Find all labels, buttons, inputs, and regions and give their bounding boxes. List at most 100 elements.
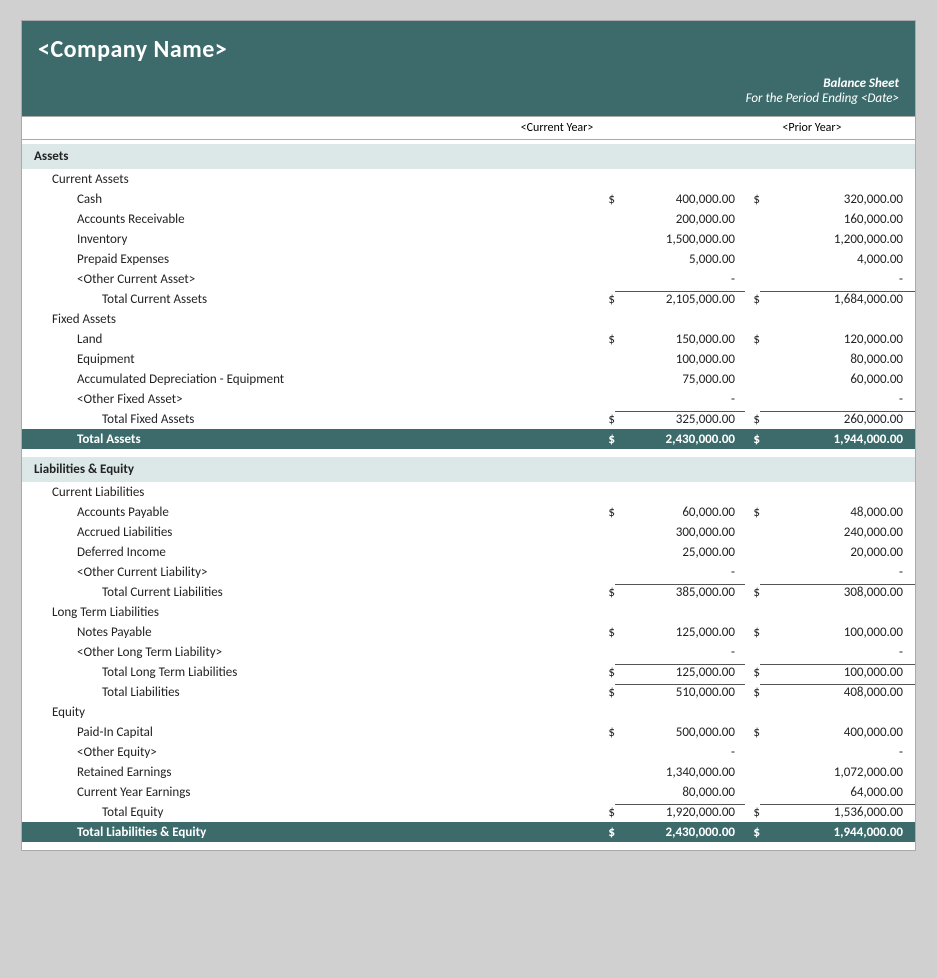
total-assets-row: Total Assets $ 2,430,000.00 $ 1,944,000.… bbox=[22, 429, 915, 449]
table-row: Current Year Earnings 80,000.00 64,000.0… bbox=[22, 782, 915, 802]
current-liabilities-header: Current Liabilities bbox=[22, 482, 915, 502]
amount-py: 80,000.00 bbox=[760, 352, 915, 367]
total-equity-row: Total Equity $ 1,920,000.00 $ 1,536,000.… bbox=[22, 802, 915, 822]
item-label: <Other Current Asset> bbox=[22, 272, 600, 287]
dollar-sign-py: $ bbox=[745, 685, 760, 700]
dollar-sign-cy: $ bbox=[600, 292, 615, 307]
dollar-sign-cy: $ bbox=[600, 805, 615, 820]
item-label: Retained Earnings bbox=[22, 765, 600, 780]
dollar-sign-cy: $ bbox=[600, 432, 615, 447]
item-label: Land bbox=[22, 332, 600, 347]
item-label: <Other Long Term Liability> bbox=[22, 645, 600, 660]
dollar-sign-cy: $ bbox=[600, 825, 615, 840]
header-right: Balance Sheet For the Period Ending <Dat… bbox=[22, 70, 915, 116]
dollar-sign-py: $ bbox=[745, 505, 760, 520]
item-label: <Other Fixed Asset> bbox=[22, 392, 600, 407]
amount-py: 1,944,000.00 bbox=[760, 825, 915, 840]
col-header-cy: <Current Year> bbox=[412, 121, 702, 135]
table-body: Assets Current Assets Cash $ 400,000.00 … bbox=[22, 140, 915, 850]
amount-cy: - bbox=[615, 272, 745, 287]
table-row: Accounts Receivable 200,000.00 160,000.0… bbox=[22, 209, 915, 229]
current-assets-header: Current Assets bbox=[22, 169, 915, 189]
current-liabilities-label: Current Liabilities bbox=[22, 485, 915, 500]
dollar-sign-cy: $ bbox=[600, 685, 615, 700]
table-row: <Other Equity> - - bbox=[22, 742, 915, 762]
item-label: <Other Equity> bbox=[22, 745, 600, 760]
amount-py: 308,000.00 bbox=[760, 584, 915, 600]
table-row: Retained Earnings 1,340,000.00 1,072,000… bbox=[22, 762, 915, 782]
table-row: Land $ 150,000.00 $ 120,000.00 bbox=[22, 329, 915, 349]
item-label: <Other Current Liability> bbox=[22, 565, 600, 580]
item-label: Cash bbox=[22, 192, 600, 207]
item-label: Inventory bbox=[22, 232, 600, 247]
amount-py: 4,000.00 bbox=[760, 252, 915, 267]
spacer bbox=[22, 449, 915, 457]
amount-cy: 125,000.00 bbox=[615, 625, 745, 640]
amount-py: 240,000.00 bbox=[760, 525, 915, 540]
amount-cy: 200,000.00 bbox=[615, 212, 745, 227]
dollar-sign-py: $ bbox=[745, 332, 760, 347]
equity-header: Equity bbox=[22, 702, 915, 722]
amount-py: - bbox=[760, 272, 915, 287]
dollar-sign-py: $ bbox=[745, 432, 760, 447]
amount-cy: 80,000.00 bbox=[615, 785, 745, 800]
table-row: Paid-In Capital $ 500,000.00 $ 400,000.0… bbox=[22, 722, 915, 742]
amount-cy: 125,000.00 bbox=[615, 664, 745, 680]
dollar-sign-cy: $ bbox=[600, 625, 615, 640]
amount-py: 1,200,000.00 bbox=[760, 232, 915, 247]
amount-cy: 2,105,000.00 bbox=[615, 291, 745, 307]
total-label: Total Current Assets bbox=[22, 292, 600, 307]
amount-cy: 150,000.00 bbox=[615, 332, 745, 347]
amount-cy: - bbox=[615, 565, 745, 580]
total-current-assets-row: Total Current Assets $ 2,105,000.00 $ 1,… bbox=[22, 289, 915, 309]
amount-cy: 385,000.00 bbox=[615, 584, 745, 600]
dollar-sign-cy: $ bbox=[600, 585, 615, 600]
amount-py: 320,000.00 bbox=[760, 192, 915, 207]
amount-cy: 60,000.00 bbox=[615, 505, 745, 520]
long-term-liabilities-label: Long Term Liabilities bbox=[22, 605, 915, 620]
item-label: Deferred Income bbox=[22, 545, 600, 560]
dollar-sign-py: $ bbox=[745, 725, 760, 740]
item-label: Prepaid Expenses bbox=[22, 252, 600, 267]
amount-cy: 25,000.00 bbox=[615, 545, 745, 560]
table-row: <Other Long Term Liability> - - bbox=[22, 642, 915, 662]
assets-section-header: Assets bbox=[22, 144, 915, 169]
amount-cy: 100,000.00 bbox=[615, 352, 745, 367]
amount-py: - bbox=[760, 745, 915, 760]
col-header-py: <Prior Year> bbox=[712, 121, 912, 135]
amount-py: 48,000.00 bbox=[760, 505, 915, 520]
dollar-sign-py: $ bbox=[745, 585, 760, 600]
dollar-sign-cy: $ bbox=[600, 192, 615, 207]
total-label: Total Liabilities bbox=[22, 685, 600, 700]
amount-py: - bbox=[760, 565, 915, 580]
amount-cy: 2,430,000.00 bbox=[615, 432, 745, 447]
item-label: Accrued Liabilities bbox=[22, 525, 600, 540]
amount-cy: 1,340,000.00 bbox=[615, 765, 745, 780]
item-label: Current Year Earnings bbox=[22, 785, 600, 800]
amount-py: 1,944,000.00 bbox=[760, 432, 915, 447]
total-liabilities-equity-row: Total Liabilities & Equity $ 2,430,000.0… bbox=[22, 822, 915, 842]
total-assets-label: Total Assets bbox=[22, 432, 600, 447]
amount-cy: 75,000.00 bbox=[615, 372, 745, 387]
column-headers: <Current Year> <Prior Year> bbox=[22, 116, 915, 140]
amount-py: 64,000.00 bbox=[760, 785, 915, 800]
amount-cy: 510,000.00 bbox=[615, 684, 745, 700]
table-row: <Other Current Liability> - - bbox=[22, 562, 915, 582]
dollar-sign-cy: $ bbox=[600, 725, 615, 740]
dollar-sign-py: $ bbox=[745, 192, 760, 207]
dollar-sign-cy: $ bbox=[600, 412, 615, 427]
total-label: Total Equity bbox=[22, 805, 600, 820]
amount-py: 1,684,000.00 bbox=[760, 291, 915, 307]
period-label: For the Period Ending <Date> bbox=[38, 91, 899, 106]
item-label: Notes Payable bbox=[22, 625, 600, 640]
amount-py: 100,000.00 bbox=[760, 625, 915, 640]
dollar-sign-cy: $ bbox=[600, 332, 615, 347]
amount-py: 400,000.00 bbox=[760, 725, 915, 740]
amount-py: 100,000.00 bbox=[760, 664, 915, 680]
company-name: <Company Name> bbox=[38, 35, 899, 64]
long-term-liabilities-header: Long Term Liabilities bbox=[22, 602, 915, 622]
item-label: Accounts Receivable bbox=[22, 212, 600, 227]
table-row: <Other Fixed Asset> - - bbox=[22, 389, 915, 409]
dollar-sign-py: $ bbox=[745, 805, 760, 820]
total-liabilities-equity-label: Total Liabilities & Equity bbox=[22, 825, 600, 840]
